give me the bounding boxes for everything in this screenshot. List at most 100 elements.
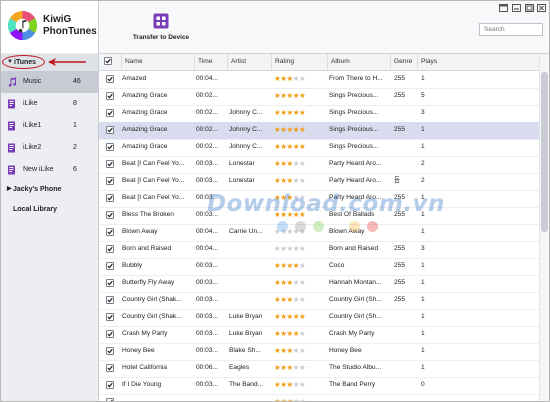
row-checkbox[interactable] [106, 381, 114, 389]
star-empty-icon[interactable]: ★ [299, 176, 306, 185]
row-checkbox[interactable] [106, 296, 114, 304]
column-header-rating[interactable]: Rating [272, 54, 328, 70]
star-empty-icon[interactable]: ★ [299, 380, 306, 389]
transfer-to-device-button[interactable]: Transfer to Device [131, 13, 191, 47]
row-checkbox[interactable] [106, 211, 114, 219]
sidebar-item-ilike2[interactable]: iLike2 2 [1, 137, 98, 159]
row-checkbox[interactable] [106, 228, 114, 236]
select-all-checkbox[interactable] [104, 57, 112, 65]
sidebar-item-music[interactable]: Music 46 [1, 71, 98, 93]
table-row[interactable]: Amazed 00:04... ★★★★★ From There to H... 255… [99, 71, 539, 89]
header-select-all[interactable] [99, 54, 122, 70]
star-empty-icon[interactable]: ★ [299, 397, 306, 401]
row-checkbox[interactable] [106, 313, 114, 321]
restore-window-icon[interactable] [499, 4, 508, 12]
cell-rating[interactable]: ★★★★★ [274, 88, 328, 104]
row-checkbox[interactable] [106, 398, 114, 401]
table-row[interactable]: Crash My Party 00:03... Luke Bryan ★★★★★ Cra… [99, 326, 539, 344]
star-empty-icon[interactable]: ★ [299, 261, 306, 270]
row-checkbox[interactable] [106, 330, 114, 338]
row-checkbox[interactable] [106, 126, 114, 134]
row-checkbox[interactable] [106, 279, 114, 287]
cell-rating[interactable]: ★★★★★ [274, 190, 328, 206]
row-checkbox[interactable] [106, 364, 114, 372]
cell-rating[interactable]: ★★★★★ [274, 224, 328, 240]
vertical-scrollbar[interactable] [539, 54, 549, 401]
table-row[interactable]: Bless The Broken 00:03... ★★★★★ Best Of Bal… [99, 207, 539, 225]
row-checkbox[interactable] [106, 143, 114, 151]
cell-rating[interactable]: ★★★★★ [274, 377, 328, 393]
row-checkbox[interactable] [106, 75, 114, 83]
table-row[interactable]: Country Girl (Shak... 00:03... Luke Bryan ★… [99, 309, 539, 327]
table-row[interactable]: Amazing Grace 00:02... Johnny C... ★★★★★ Sin… [99, 139, 539, 157]
cell-rating[interactable]: ★★★★★ [274, 258, 328, 274]
cell-rating[interactable]: ★★★★★ [274, 122, 328, 138]
cell-rating[interactable]: ★★★★★ [274, 173, 328, 189]
local-library-header[interactable]: Local Library [1, 201, 98, 218]
cell-rating[interactable]: ★★★★★ [274, 156, 328, 172]
column-header-artist[interactable]: Artist [228, 54, 272, 70]
table-row[interactable]: Amazing Grace 00:02... Johnny C... ★★★★★ Sin… [99, 122, 539, 140]
sidebar-item-ilike1[interactable]: iLike1 1 [1, 115, 98, 137]
table-row[interactable]: Bubbly 00:03... ★★★★★ Coco 255 1 [99, 258, 539, 276]
close-icon[interactable] [537, 4, 546, 12]
column-header-genre[interactable]: Genre [391, 54, 418, 70]
table-row[interactable]: If I Die Young 00:03... The Band... ★★★★★ Th… [99, 377, 539, 395]
cell-rating[interactable]: ★★★★★ [274, 343, 328, 359]
star-empty-icon[interactable]: ★ [299, 278, 306, 287]
table-row[interactable]: Amazing Grace 00:02... ★★★★★ Sings Precious… [99, 88, 539, 106]
table-row[interactable]: ★★★★★ [99, 394, 539, 401]
table-row[interactable]: Beat [I Can Feel Yo... 00:03... Lonestar ★★… [99, 156, 539, 174]
cell-rating[interactable]: ★★★★★ [274, 105, 328, 121]
collapsed-triangle-icon[interactable]: ▶ [7, 181, 12, 198]
row-checkbox[interactable] [106, 347, 114, 355]
star-empty-icon[interactable]: ★ [299, 363, 306, 372]
cell-rating[interactable]: ★★★★★ [274, 394, 328, 401]
star-filled-icon[interactable]: ★ [299, 125, 306, 134]
cell-rating[interactable]: ★★★★★ [274, 326, 328, 342]
cell-rating[interactable]: ★★★★★ [274, 241, 328, 257]
cell-rating[interactable]: ★★★★★ [274, 139, 328, 155]
minimize-icon[interactable] [512, 4, 521, 12]
star-filled-icon[interactable]: ★ [299, 91, 306, 100]
column-header-album[interactable]: Album [328, 54, 391, 70]
star-empty-icon[interactable]: ★ [299, 74, 306, 83]
cell-rating[interactable]: ★★★★★ [274, 275, 328, 291]
star-filled-icon[interactable]: ★ [299, 108, 306, 117]
star-empty-icon[interactable]: ★ [299, 244, 306, 253]
table-row[interactable]: Blown Away 00:04... Carrie Un... ★★★★★ Blown… [99, 224, 539, 242]
sidebar-item-new-ilike[interactable]: New iLike 6 [1, 159, 98, 181]
table-row[interactable]: Beat [I Can Feel Yo... 00:03... Lonestar ★★… [99, 173, 539, 191]
row-checkbox[interactable] [106, 160, 114, 168]
scrollbar-thumb[interactable] [541, 72, 548, 232]
row-checkbox[interactable] [106, 245, 114, 253]
star-empty-icon[interactable]: ★ [299, 295, 306, 304]
cell-rating[interactable]: ★★★★★ [274, 71, 328, 87]
table-row[interactable]: Born and Raised 00:04... ★★★★★ Born and Rai… [99, 241, 539, 259]
column-header-plays[interactable]: Plays [418, 54, 539, 70]
row-checkbox[interactable] [106, 194, 114, 202]
table-row[interactable]: Honey Bee 00:03... Blake Sh... ★★★★★ Honey B… [99, 343, 539, 361]
table-row[interactable]: Country Girl (Shak... 00:03... ★★★★★ Countr… [99, 292, 539, 310]
table-row[interactable]: Amazing Grace 00:02... Johnny C... ★★★★★ Sin… [99, 105, 539, 123]
cell-rating[interactable]: ★★★★★ [274, 360, 328, 376]
row-checkbox[interactable] [106, 109, 114, 117]
star-empty-icon[interactable]: ★ [299, 329, 306, 338]
phone-section-header[interactable]: ▶ Jacky's Phone [1, 181, 98, 198]
star-filled-icon[interactable]: ★ [299, 142, 306, 151]
table-row[interactable]: Butterfly Fly Away 00:03... ★★★★★ Hannah Mo… [99, 275, 539, 293]
maximize-icon[interactable] [525, 4, 534, 12]
cell-rating[interactable]: ★★★★★ [274, 292, 328, 308]
cell-rating[interactable]: ★★★★★ [274, 309, 328, 325]
star-empty-icon[interactable]: ★ [299, 346, 306, 355]
row-checkbox[interactable] [106, 92, 114, 100]
star-filled-icon[interactable]: ★ [299, 312, 306, 321]
star-empty-icon[interactable]: ★ [299, 193, 306, 202]
cell-rating[interactable]: ★★★★★ [274, 207, 328, 223]
sidebar-item-ilike[interactable]: iLike 8 [1, 93, 98, 115]
star-empty-icon[interactable]: ★ [299, 159, 306, 168]
search-input[interactable] [479, 23, 543, 36]
star-empty-icon[interactable]: ★ [299, 227, 306, 236]
star-filled-icon[interactable]: ★ [299, 210, 306, 219]
table-row[interactable]: Hotel California 00:06... Eagles ★★★★★ The S… [99, 360, 539, 378]
